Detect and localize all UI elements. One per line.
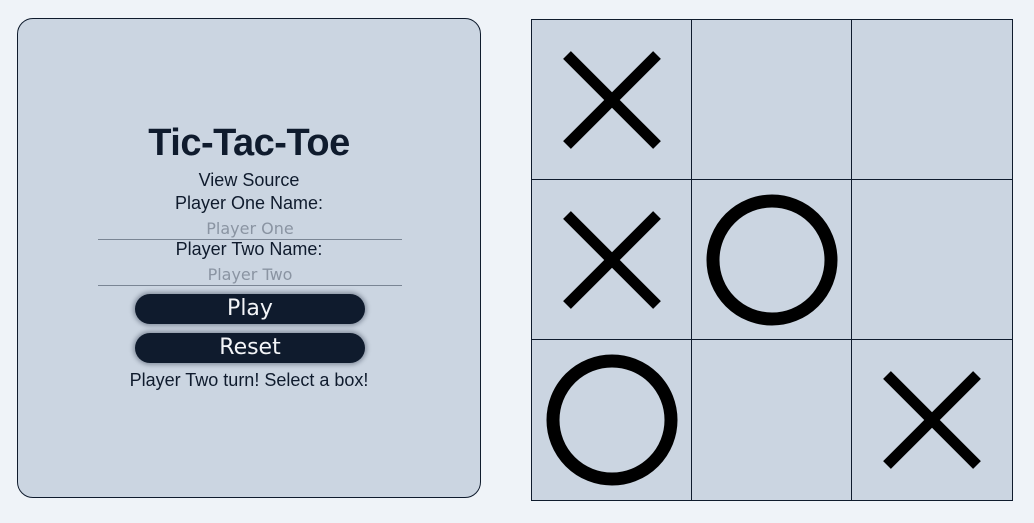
player-two-label: Player Two Name: xyxy=(175,239,323,259)
reset-button[interactable]: Reset xyxy=(135,333,365,363)
board-cell[interactable] xyxy=(852,180,1012,340)
game-board xyxy=(531,19,1013,501)
play-button[interactable]: Play xyxy=(135,294,365,324)
status-message: Player Two turn! Select a box! xyxy=(129,370,369,390)
x-mark-icon xyxy=(563,51,661,149)
game-title: Tic-Tac-Toe xyxy=(148,122,350,164)
o-mark-icon xyxy=(706,194,838,326)
game-panel: Tic-Tac-Toe View Source Player One Name:… xyxy=(17,18,481,498)
view-source-link[interactable]: View Source xyxy=(18,169,480,191)
x-mark-icon xyxy=(563,211,661,309)
board-cell[interactable] xyxy=(532,340,692,500)
board-cell[interactable] xyxy=(692,340,852,500)
x-mark-icon xyxy=(883,371,981,469)
board-cell[interactable] xyxy=(692,180,852,340)
board-cell[interactable] xyxy=(692,20,852,180)
player-one-input[interactable] xyxy=(98,217,402,240)
o-mark-icon xyxy=(546,354,678,486)
player-one-label: Player One Name: xyxy=(174,193,324,213)
board-cell[interactable] xyxy=(532,20,692,180)
board-cell[interactable] xyxy=(852,340,1012,500)
board-cell[interactable] xyxy=(532,180,692,340)
board-cell[interactable] xyxy=(852,20,1012,180)
player-two-input[interactable] xyxy=(98,263,402,286)
